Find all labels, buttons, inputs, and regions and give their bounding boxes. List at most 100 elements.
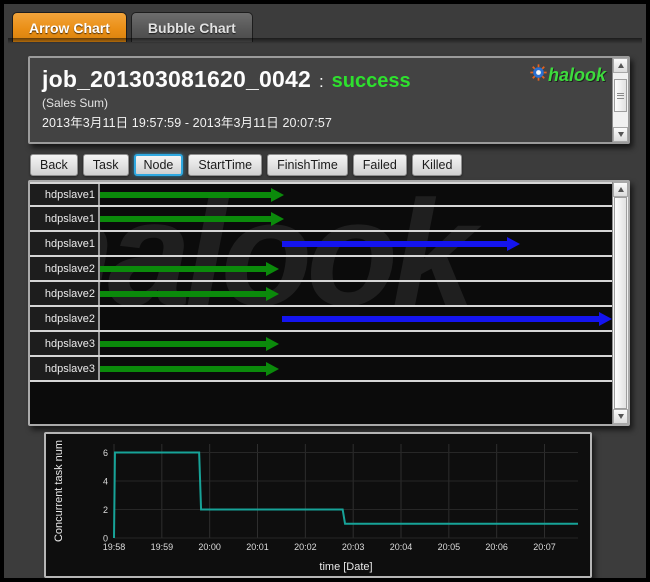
arrow-chart-scrollbar[interactable] — [612, 182, 628, 424]
line-chart-svg: 024619:58 19:59 20:00 20:01 20:02 20:03 20:04 2… — [46, 434, 590, 576]
task-arrow-green[interactable] — [100, 261, 280, 276]
job-info-body: job_201303081620_0042 : success (Sales S… — [30, 58, 612, 142]
arrow-chart-row: hdpslave1 — [30, 182, 612, 207]
scroll-track[interactable] — [613, 197, 628, 409]
toolbar-button-label: Node — [143, 158, 174, 172]
task-arrow-blue[interactable] — [281, 311, 612, 326]
arrow-chart-row: hdpslave2 — [30, 257, 612, 282]
task-arrow-blue[interactable] — [281, 236, 520, 251]
scroll-down-button[interactable] — [613, 409, 628, 424]
toolbar-button-label: FinishTime — [277, 158, 338, 172]
toolbar-button-starttime[interactable]: StartTime — [188, 154, 263, 176]
y-axis-label: Concurrent task num — [53, 440, 65, 542]
arrow-chart-row: hdpslave2 — [30, 282, 612, 307]
arrow-head-icon — [266, 361, 280, 376]
arrow-chart-area: halook hdpslave1 hdpslave1 hdpslave1 hdpsla… — [30, 182, 612, 424]
toolbar-button-killed[interactable]: Killed — [411, 154, 463, 176]
x-axis-tick-label: 20:00 — [198, 542, 221, 552]
task-arrow-green[interactable] — [100, 286, 280, 301]
toolbar-button-label: Back — [40, 158, 68, 172]
toolbar-button-task[interactable]: Task — [82, 154, 129, 176]
job-info-panel: job_201303081620_0042 : success (Sales S… — [28, 56, 630, 144]
task-arrow-green[interactable] — [100, 187, 285, 202]
arrow-chart-row-label: hdpslave1 — [30, 207, 100, 230]
arrow-chart-row: hdpslave1 — [30, 232, 612, 257]
x-axis-tick-label: 20:06 — [485, 542, 508, 552]
arrow-shaft — [100, 215, 274, 222]
arrow-chart-row-label: hdpslave3 — [30, 332, 100, 355]
scroll-up-button[interactable] — [613, 58, 628, 73]
arrow-head-icon — [598, 311, 612, 326]
x-axis-tick-label: 20:03 — [342, 542, 365, 552]
arrow-head-icon — [271, 187, 285, 202]
x-axis-tick-label: 20:01 — [246, 542, 269, 552]
scroll-track[interactable] — [613, 73, 628, 127]
halook-app-window: Arrow Chart Bubble Chart job_20130308162… — [0, 0, 650, 582]
toolbar-button-label: Failed — [362, 158, 397, 172]
arrow-chart-row-label: hdpslave2 — [30, 257, 100, 280]
arrow-chart-row-track — [100, 257, 612, 280]
task-arrow-green[interactable] — [100, 336, 280, 351]
arrow-shaft — [281, 240, 509, 247]
arrow-chart-rows: hdpslave1 hdpslave1 hdpslave1 hdpslave2 hdps… — [30, 182, 612, 382]
y-axis-tick-label: 4 — [103, 477, 108, 487]
tab-bubble-chart-label: Bubble Chart — [147, 19, 236, 36]
toolbar-button-label: StartTime — [198, 158, 253, 172]
title-separator: : — [318, 72, 324, 91]
job-title-line: job_201303081620_0042 : success — [42, 66, 612, 93]
y-axis-tick-label: 2 — [103, 505, 108, 515]
arrow-chart-row-label: hdpslave1 — [30, 232, 100, 255]
arrow-chart-row-label: hdpslave2 — [30, 307, 100, 330]
arrow-shaft — [100, 340, 269, 347]
gear-icon — [530, 64, 547, 86]
arrow-shaft — [100, 191, 274, 198]
x-axis-tick-label: 20:02 — [294, 542, 317, 552]
arrow-chart-row-label: hdpslave2 — [30, 282, 100, 305]
arrow-chart-row-track — [100, 282, 612, 305]
toolbar-button-back[interactable]: Back — [30, 154, 78, 176]
y-axis-tick-label: 6 — [103, 448, 108, 458]
chevron-up-icon — [617, 187, 624, 192]
arrow-chart-row-track — [100, 232, 612, 255]
chevron-down-icon — [617, 132, 624, 137]
arrow-chart-row-track — [100, 184, 612, 205]
scroll-thumb[interactable] — [614, 197, 627, 409]
arrow-head-icon — [271, 211, 285, 226]
toolbar-button-finishtime[interactable]: FinishTime — [267, 154, 348, 176]
toolbar-button-label: Task — [92, 158, 119, 172]
toolbar-button-failed[interactable]: Failed — [352, 154, 407, 176]
scroll-thumb[interactable] — [614, 79, 627, 112]
arrow-shaft — [100, 365, 269, 372]
page-title: job_201303081620_0042 — [42, 66, 311, 92]
arrow-chart-row-track — [100, 207, 612, 230]
concurrent-task-line-chart: 0 2 4 6 19:58 19:59 20:00 20:01 20:02 20:03 20:04 2… — [44, 432, 592, 578]
scroll-up-button[interactable] — [613, 182, 628, 197]
tab-bar-shadow — [8, 38, 642, 44]
arrow-shaft — [100, 265, 269, 272]
arrow-head-icon — [266, 336, 280, 351]
chart-background — [46, 434, 590, 576]
arrow-chart-row-track — [100, 357, 612, 380]
halook-logo-text: halook — [547, 64, 606, 85]
arrow-head-icon — [506, 236, 520, 251]
scroll-down-button[interactable] — [613, 127, 628, 142]
tab-bar: Arrow Chart Bubble Chart — [12, 8, 253, 42]
job-info-scrollbar[interactable] — [612, 58, 628, 142]
x-axis-tick-label: 20:04 — [390, 542, 413, 552]
toolbar-button-label: Killed — [421, 158, 453, 172]
task-arrow-green[interactable] — [100, 361, 280, 376]
arrow-head-icon — [266, 286, 280, 301]
task-arrow-green[interactable] — [100, 211, 285, 226]
arrow-chart-row-track — [100, 332, 612, 355]
tab-arrow-chart-label: Arrow Chart — [29, 19, 110, 36]
halook-logo: halook — [530, 64, 606, 86]
toolbar-button-node[interactable]: Node — [133, 154, 184, 176]
job-subtitle: (Sales Sum) — [42, 96, 109, 110]
arrow-chart-row: hdpslave2 — [30, 307, 612, 332]
x-axis-label: time [Date] — [319, 561, 372, 573]
x-axis-tick-label: 19:59 — [151, 542, 174, 552]
arrow-chart-row: hdpslave3 — [30, 357, 612, 382]
arrow-chart-row-track — [100, 307, 612, 330]
arrow-chart-row-label: hdpslave3 — [30, 357, 100, 380]
chevron-down-icon — [617, 414, 624, 419]
